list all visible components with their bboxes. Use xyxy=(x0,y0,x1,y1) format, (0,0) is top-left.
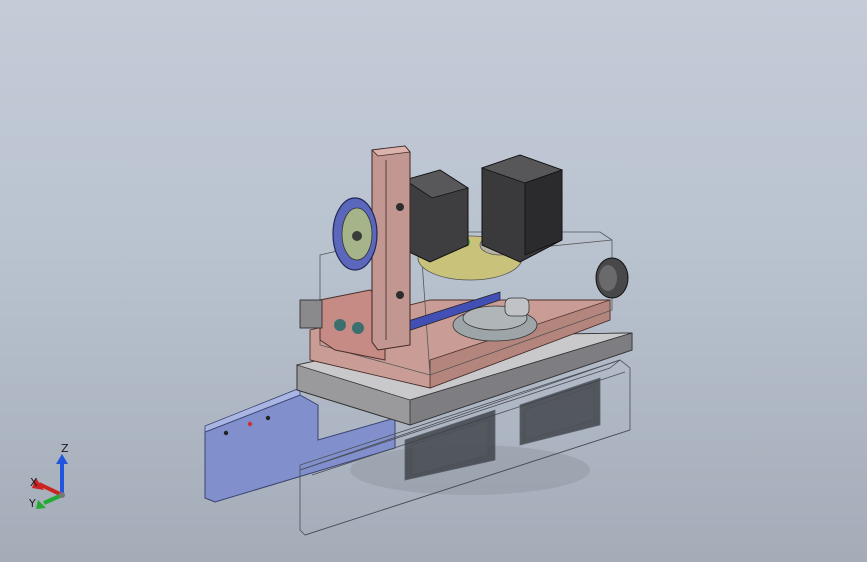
left-motor[interactable] xyxy=(404,169,469,263)
right-motor[interactable] xyxy=(480,154,564,263)
blue-wheel[interactable] xyxy=(332,197,378,271)
graphics-viewport[interactable]: Z X Y xyxy=(0,0,867,562)
vertical-column[interactable] xyxy=(371,145,411,351)
x-axis-label: X xyxy=(30,476,38,489)
cad-assembly-model[interactable] xyxy=(0,0,867,562)
z-axis-label: Z xyxy=(61,442,69,455)
end-knob[interactable] xyxy=(595,257,629,299)
z-axis-arrow-icon xyxy=(56,454,68,464)
axis-triad: Z X Y xyxy=(24,440,84,520)
y-axis-label: Y xyxy=(29,497,36,510)
